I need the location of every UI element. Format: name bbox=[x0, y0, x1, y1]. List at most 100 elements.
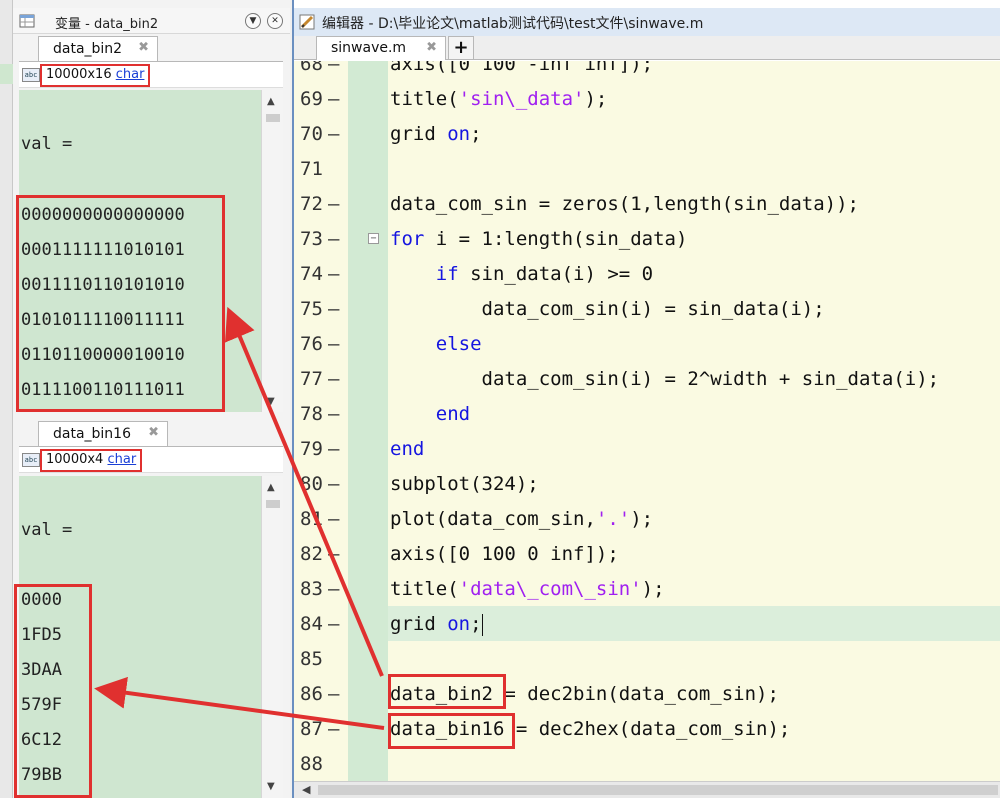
line-number: 88 bbox=[300, 753, 323, 775]
breakpoint-marker[interactable]: — bbox=[328, 61, 339, 82]
value-row: 6C12 bbox=[21, 730, 62, 750]
breakpoint-marker[interactable]: — bbox=[328, 572, 339, 607]
value-row: 0110110000010010 bbox=[21, 345, 185, 365]
variables-titlebar: 变量 - data_bin2 ▼ ✕ bbox=[13, 8, 290, 34]
line-number: 73 bbox=[300, 228, 323, 250]
horizontal-scrollbar[interactable]: ◀ bbox=[294, 781, 1000, 798]
val-label: val = bbox=[21, 134, 73, 154]
panel-close-button[interactable]: ✕ bbox=[267, 13, 283, 29]
breakpoint-marker[interactable]: — bbox=[328, 432, 339, 467]
breakpoint-marker[interactable]: — bbox=[328, 502, 339, 537]
code-text: axis([0 100 -inf inf]); bbox=[390, 61, 654, 75]
tab-data-bin16[interactable]: data_bin16 ✖ bbox=[38, 421, 168, 446]
breakpoint-marker[interactable]: — bbox=[328, 187, 339, 222]
code-line[interactable]: 70— grid on; bbox=[294, 117, 1000, 152]
value-row: 1FD5 bbox=[21, 625, 62, 645]
fold-toggle-icon[interactable]: − bbox=[368, 233, 379, 244]
breakpoint-marker[interactable]: — bbox=[328, 537, 339, 572]
lower-vertical-scrollbar[interactable]: ▲ ▼ bbox=[261, 476, 283, 798]
variable-size-box: 10000x16 char bbox=[40, 64, 151, 87]
variable-size: 10000x16 bbox=[46, 67, 112, 82]
variable-size-box: 10000x4 char bbox=[40, 449, 143, 472]
upper-vertical-scrollbar[interactable]: ▲ ▼ bbox=[261, 90, 283, 412]
line-number: 68 bbox=[300, 61, 323, 75]
editor-window: 编辑器 - D:\毕业论文\matlab测试代码\test文件\sinwave.… bbox=[292, 0, 1000, 798]
code-text: grid on; bbox=[390, 613, 483, 636]
code-area[interactable]: 68 — axis([0 100 -inf inf]); 69— title('sin\… bbox=[294, 61, 1000, 781]
value-row: 0111100110111011 bbox=[21, 380, 185, 400]
code-line[interactable]: 78— end bbox=[294, 397, 1000, 432]
code-text: if sin_data(i) >= 0 bbox=[435, 263, 654, 285]
code-line[interactable]: 74— if sin_data(i) >= 0 bbox=[294, 257, 1000, 292]
code-line[interactable]: 83— title('data\_com\_sin'); bbox=[294, 572, 1000, 607]
breakpoint-marker[interactable]: — bbox=[328, 607, 339, 642]
breakpoint-marker[interactable]: — bbox=[328, 362, 339, 397]
code-line[interactable]: 82— axis([0 100 0 inf]); bbox=[294, 537, 1000, 572]
line-number: 70 bbox=[300, 123, 323, 145]
char-type-icon: abc bbox=[22, 453, 40, 467]
val-label: val = bbox=[21, 520, 73, 540]
char-type-icon: abc bbox=[22, 68, 40, 82]
code-line[interactable]: 73— − for i = 1:length(sin_data) bbox=[294, 222, 1000, 257]
panel-menu-button[interactable]: ▼ bbox=[245, 13, 261, 29]
code-line[interactable]: 72— data_com_sin = zeros(1,length(sin_dat… bbox=[294, 187, 1000, 222]
breakpoint-marker[interactable]: — bbox=[328, 327, 339, 362]
code-line[interactable]: 71 bbox=[294, 152, 1000, 187]
breakpoint-marker[interactable]: — bbox=[328, 82, 339, 117]
value-row: 0011110110101010 bbox=[21, 275, 185, 295]
breakpoint-marker[interactable]: — bbox=[328, 397, 339, 432]
tab-data-bin2[interactable]: data_bin2 ✖ bbox=[38, 36, 158, 61]
breakpoint-marker[interactable]: — bbox=[328, 467, 339, 502]
code-line[interactable]: 75— data_com_sin(i) = sin_data(i); bbox=[294, 292, 1000, 327]
line-number: 69 bbox=[300, 88, 323, 110]
lower-info-row: abc 10000x4 char bbox=[19, 447, 283, 473]
breakpoint-marker[interactable]: — bbox=[328, 677, 339, 712]
line-number: 74 bbox=[300, 263, 323, 285]
value-row: 0000000000000000 bbox=[21, 205, 185, 225]
code-text: subplot(324); bbox=[390, 473, 539, 495]
close-icon[interactable]: ✖ bbox=[148, 425, 159, 440]
line-number: 76 bbox=[300, 333, 323, 355]
hex-values-list: 0000 1FD5 3DAA 579F 6C12 79BB bbox=[21, 583, 62, 793]
value-row: 79BB bbox=[21, 765, 62, 785]
code-line[interactable]: 80— subplot(324); bbox=[294, 467, 1000, 502]
code-text: plot(data_com_sin,'.'); bbox=[390, 508, 654, 530]
breakpoint-marker[interactable]: — bbox=[328, 117, 339, 152]
tab-label: data_bin16 bbox=[53, 426, 131, 442]
breakpoint-marker[interactable]: — bbox=[328, 222, 339, 257]
code-line[interactable]: 81— plot(data_com_sin,'.'); bbox=[294, 502, 1000, 537]
variable-window-icon bbox=[19, 14, 35, 28]
code-line[interactable]: 68 — axis([0 100 -inf inf]); bbox=[294, 61, 1000, 82]
tab-label: sinwave.m bbox=[331, 40, 407, 56]
close-icon[interactable]: ✖ bbox=[426, 40, 437, 55]
left-edge-strip bbox=[0, 0, 13, 798]
upper-info-row: abc 10000x16 char bbox=[19, 62, 283, 88]
line-number: 85 bbox=[300, 648, 323, 670]
editor-tab-bar: sinwave.m ✖ + bbox=[294, 36, 1000, 60]
breakpoint-marker[interactable]: — bbox=[328, 712, 339, 747]
breakpoint-marker[interactable]: — bbox=[328, 257, 339, 292]
variable-class-link[interactable]: char bbox=[107, 452, 136, 467]
code-line[interactable]: 85 bbox=[294, 642, 1000, 677]
data-bin16-highlight bbox=[388, 713, 515, 749]
code-text: else bbox=[435, 333, 482, 355]
code-line[interactable]: 88 bbox=[294, 747, 1000, 781]
code-text: axis([0 100 0 inf]); bbox=[390, 543, 619, 565]
editor-titlebar: 编辑器 - D:\毕业论文\matlab测试代码\test文件\sinwave.… bbox=[294, 8, 1000, 36]
line-number: 80 bbox=[300, 473, 323, 495]
code-line[interactable]: 77— data_com_sin(i) = 2^width + sin_data… bbox=[294, 362, 1000, 397]
variables-window-title: 变量 - data_bin2 bbox=[55, 17, 159, 32]
code-line[interactable]: 84— grid on; bbox=[294, 607, 1000, 642]
code-line[interactable]: 76— else bbox=[294, 327, 1000, 362]
close-icon[interactable]: ✖ bbox=[138, 40, 149, 55]
variable-class-link[interactable]: char bbox=[116, 67, 145, 82]
tab-sinwave[interactable]: sinwave.m ✖ bbox=[316, 36, 446, 60]
value-row: 3DAA bbox=[21, 660, 62, 680]
code-line[interactable]: 79— end bbox=[294, 432, 1000, 467]
code-line[interactable]: 69— title('sin\_data'); bbox=[294, 82, 1000, 117]
new-tab-button[interactable]: + bbox=[448, 36, 474, 60]
line-number: 87 bbox=[300, 718, 323, 740]
breakpoint-marker[interactable]: — bbox=[328, 292, 339, 327]
line-number: 77 bbox=[300, 368, 323, 390]
line-number: 86 bbox=[300, 683, 323, 705]
